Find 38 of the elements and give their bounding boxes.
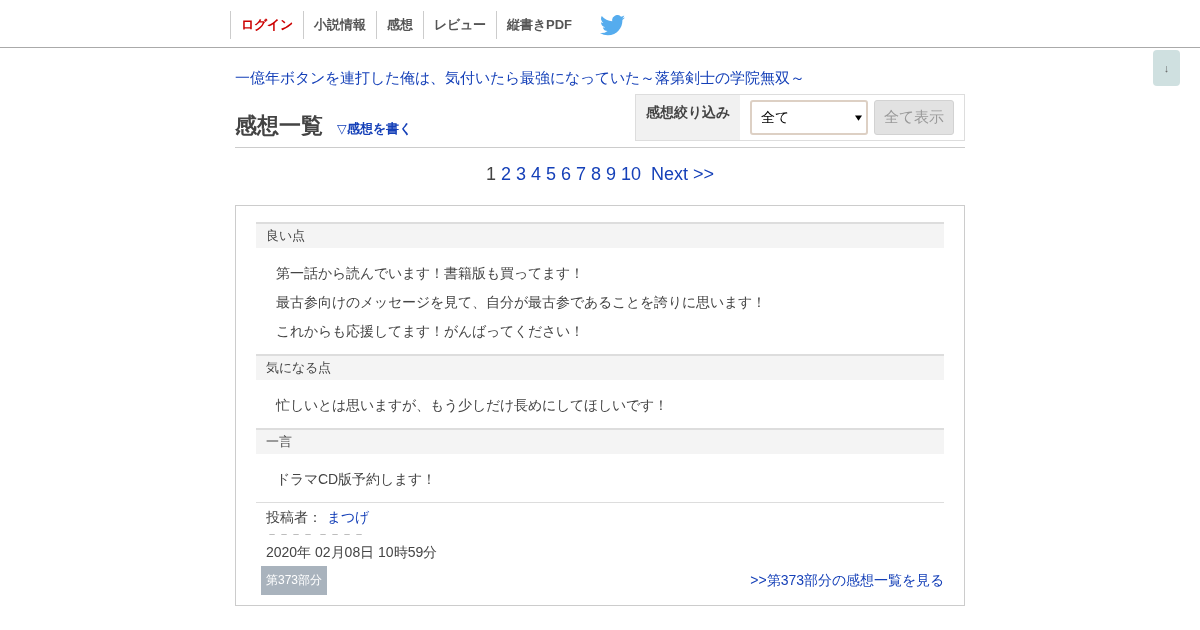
novel-title-link[interactable]: 一億年ボタンを連打した俺は、気付いたら最強になっていた～落第剣士の学院無双～ (235, 68, 965, 88)
nav-link[interactable]: ログイン (230, 11, 303, 39)
bird-icon[interactable] (600, 14, 625, 36)
write-review-link[interactable]: ▽感想を書く (337, 121, 412, 138)
nav-link[interactable]: 小説情報 (303, 11, 376, 39)
dropdown-arrow-icon (855, 114, 862, 121)
review-text: 最古参向けのメッセージを見て、自分が最古参であることを誇りに思います！ (276, 293, 767, 312)
review-text: これからも応援してます！がんばってください！ (276, 322, 585, 341)
section-title: 良い点 (256, 222, 944, 248)
review-text: 忙しいとは思いますが、もう少しだけ長めにしてほしいです！ (276, 396, 669, 415)
page-heading: 感想一覧 (235, 112, 323, 140)
page-link[interactable]: 4 (530, 164, 541, 185)
nav-link[interactable]: 感想 (376, 11, 423, 39)
current-page-number: 1 (485, 164, 496, 185)
author-label: 投稿者： (266, 509, 322, 527)
page-link[interactable]: 5 (545, 164, 556, 185)
part-tag: 第373部分 (261, 566, 328, 595)
section-title: 気になる点 (256, 354, 944, 380)
page-link[interactable]: 6 (560, 164, 571, 185)
section-title: 一言 (256, 428, 944, 454)
review-text: 第一話から読んでいます！書籍版も買ってます！ (276, 264, 585, 283)
page-link[interactable]: 9 (606, 164, 617, 185)
page-link[interactable]: 7 (576, 164, 586, 185)
scroll-down-button[interactable]: ↓ (1153, 50, 1180, 86)
post-date: 2020年 02月08日 10時59分 (265, 544, 439, 562)
nav-link[interactable]: レビュー (423, 11, 496, 39)
page-link[interactable]: 8 (591, 164, 601, 185)
nav-link[interactable]: 縦書きPDF (496, 11, 582, 39)
part-reviews-link[interactable]: >>第373部分の感想一覧を見る (750, 571, 944, 590)
page-link[interactable]: 3 (515, 164, 526, 185)
page-link[interactable]: 2 (500, 164, 511, 185)
next-page-link[interactable]: Next >> (651, 164, 715, 185)
dash-line: －－－－ －－－－ (265, 527, 367, 541)
filter-label: 感想絞り込み (636, 95, 740, 140)
filter-select[interactable]: 全て (750, 100, 868, 135)
review-text: ドラマCD版予約します！ (276, 470, 438, 489)
page-link[interactable]: 10 (621, 164, 642, 185)
author-link[interactable]: まつげ (327, 509, 369, 527)
